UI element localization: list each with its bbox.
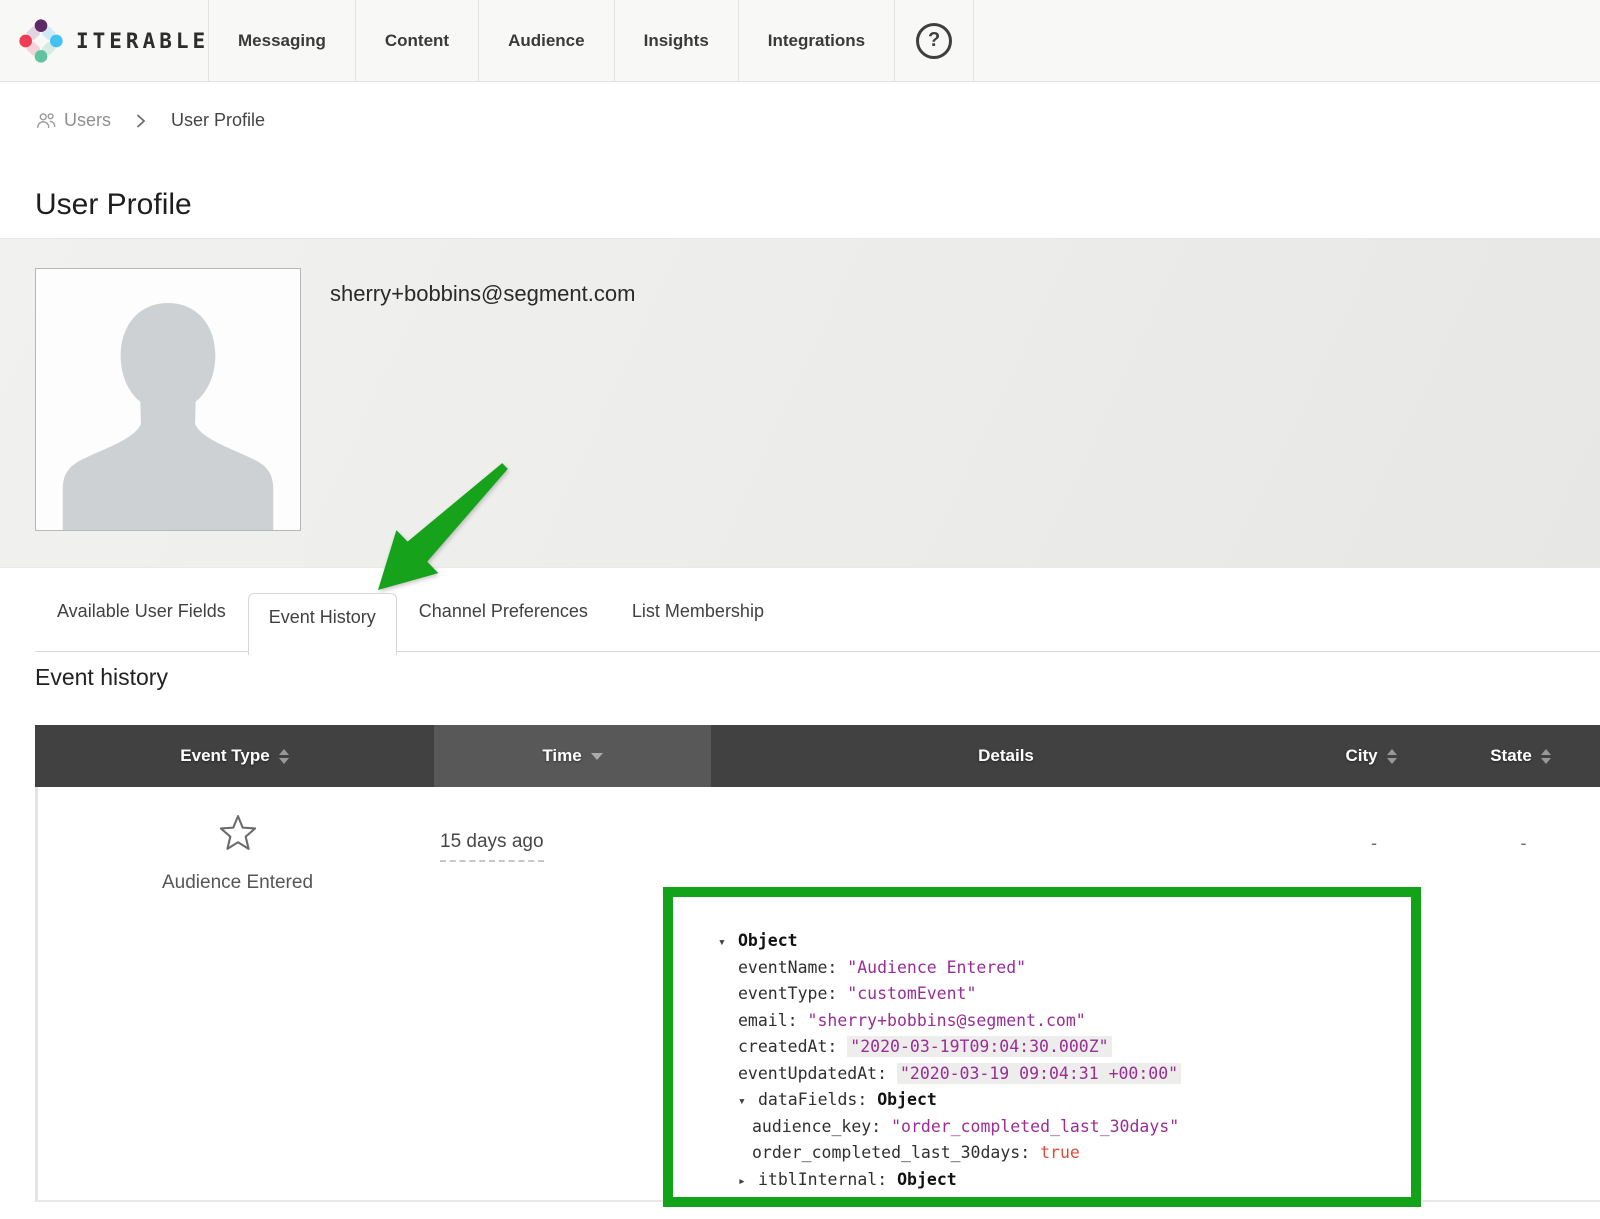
avatar — [35, 268, 301, 531]
column-label: City — [1345, 746, 1377, 766]
tab-channel-preferences[interactable]: Channel Preferences — [397, 586, 610, 636]
nav-item-integrations[interactable]: Integrations — [738, 0, 894, 81]
nav-items: MessagingContentAudienceInsightsIntegrat… — [208, 0, 894, 81]
json-key: audience_key: — [752, 1117, 891, 1136]
json-value: true — [1040, 1143, 1080, 1162]
tab-available-user-fields[interactable]: Available User Fields — [35, 586, 248, 636]
annotation-arrow-icon — [355, 450, 525, 600]
page-title: User Profile — [35, 188, 192, 222]
json-value: "2020-03-19T09:04:30.000Z" — [847, 1036, 1111, 1057]
json-key: eventName: — [738, 958, 847, 977]
tab-row: Available User FieldsEvent HistoryChanne… — [35, 586, 1600, 655]
sort-icon — [279, 749, 289, 764]
profile-hero: sherry+bobbins@segment.com — [0, 238, 1600, 568]
event-time[interactable]: 15 days ago — [440, 831, 544, 862]
tab-list-membership[interactable]: List Membership — [610, 586, 786, 636]
event-city-value: - — [1304, 833, 1444, 854]
breadcrumb-chevron-icon — [135, 113, 147, 129]
nav-item-content[interactable]: Content — [355, 0, 478, 81]
breadcrumb-current: User Profile — [171, 110, 265, 131]
json-value: Object — [897, 1170, 957, 1189]
tab-event-history[interactable]: Event History — [248, 593, 397, 655]
json-line: ▾dataFields: Object — [738, 1087, 1391, 1114]
sort-desc-icon — [591, 753, 603, 760]
json-key: createdAt: — [738, 1037, 847, 1056]
column-header-event-type[interactable]: Event Type — [35, 725, 434, 787]
events-table-header: Event Type Time Details City State — [35, 725, 1600, 787]
json-tree: ▾ObjecteventName: "Audience Entered"even… — [718, 928, 1391, 1193]
json-value: Object — [877, 1090, 937, 1109]
event-time-cell: 15 days ago — [440, 831, 544, 862]
nav-item-insights[interactable]: Insights — [614, 0, 738, 81]
events-table-body: Audience Entered 15 days ago - - ▾Object… — [35, 787, 1600, 1202]
profile-email: sherry+bobbins@segment.com — [330, 281, 635, 307]
json-line: createdAt: "2020-03-19T09:04:30.000Z" — [738, 1034, 1391, 1061]
json-line: email: "sherry+bobbins@segment.com" — [738, 1008, 1391, 1035]
brand-wordmark: ITERABLE — [76, 29, 209, 53]
avatar-silhouette-icon — [36, 282, 300, 531]
json-line: eventName: "Audience Entered" — [738, 955, 1391, 982]
custom-event-star-icon — [38, 813, 437, 858]
json-line: order_completed_last_30days: true — [752, 1140, 1391, 1167]
column-label: State — [1490, 746, 1532, 766]
json-value: "Audience Entered" — [847, 958, 1026, 977]
event-type-label: Audience Entered — [38, 872, 437, 894]
json-value: "2020-03-19 09:04:31 +00:00" — [897, 1063, 1181, 1084]
event-history-heading: Event history — [35, 664, 168, 691]
details-json-annotation-box: ▾ObjecteventName: "Audience Entered"even… — [663, 887, 1421, 1207]
column-label: Details — [978, 746, 1034, 766]
json-value: "sherry+bobbins@segment.com" — [808, 1011, 1086, 1030]
column-header-time[interactable]: Time — [434, 725, 711, 787]
nav-item-audience[interactable]: Audience — [478, 0, 614, 81]
breadcrumb: Users User Profile — [35, 110, 265, 131]
json-value: "customEvent" — [847, 984, 976, 1003]
iterable-logo-icon — [18, 18, 64, 64]
json-key: itblInternal: — [758, 1170, 897, 1189]
json-line: ▾Object — [718, 928, 1391, 955]
json-line: ▸itblInternal: Object — [738, 1167, 1391, 1194]
sort-icon — [1387, 749, 1397, 764]
brand[interactable]: ITERABLE — [0, 0, 208, 81]
json-line: eventUpdatedAt: "2020-03-19 09:04:31 +00… — [738, 1061, 1391, 1088]
app-header: ITERABLE MessagingContentAudienceInsight… — [0, 0, 1600, 82]
json-value: Object — [738, 931, 798, 950]
event-state-value: - — [1444, 833, 1600, 854]
json-key: email: — [738, 1011, 808, 1030]
help-button[interactable]: ? — [894, 0, 974, 81]
json-key: eventType: — [738, 984, 847, 1003]
users-icon — [35, 111, 57, 130]
json-key: dataFields: — [758, 1090, 877, 1109]
collapse-toggle-open-icon[interactable]: ▾ — [738, 1089, 758, 1116]
breadcrumb-users[interactable]: Users — [35, 110, 111, 131]
nav-item-messaging[interactable]: Messaging — [208, 0, 355, 81]
column-header-details: Details — [711, 725, 1301, 787]
json-line: audience_key: "order_completed_last_30da… — [752, 1114, 1391, 1141]
column-header-city[interactable]: City — [1301, 725, 1441, 787]
help-icon: ? — [916, 23, 952, 59]
column-header-state[interactable]: State — [1441, 725, 1600, 787]
json-value: "order_completed_last_30days" — [891, 1117, 1179, 1136]
collapse-toggle-open-icon[interactable]: ▾ — [718, 930, 738, 957]
column-label: Event Type — [180, 746, 269, 766]
column-label: Time — [542, 746, 581, 766]
profile-tabs: Available User FieldsEvent HistoryChanne… — [35, 586, 1600, 656]
collapse-toggle-closed-icon[interactable]: ▸ — [738, 1169, 758, 1196]
json-key: order_completed_last_30days: — [752, 1143, 1040, 1162]
event-type-cell: Audience Entered — [38, 787, 437, 894]
sort-icon — [1541, 749, 1551, 764]
json-line: eventType: "customEvent" — [738, 981, 1391, 1008]
json-key: eventUpdatedAt: — [738, 1064, 897, 1083]
